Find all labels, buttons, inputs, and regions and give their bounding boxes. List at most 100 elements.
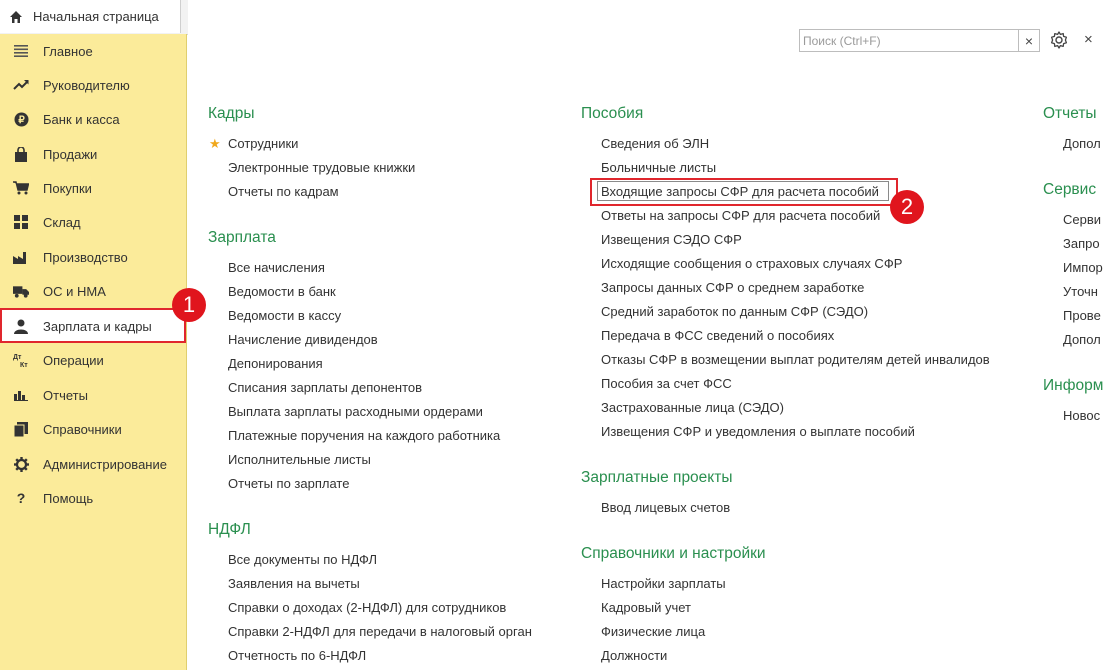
link-insured-persons[interactable]: Застрахованные лица (СЭДО) bbox=[601, 400, 784, 415]
sidebar-item-label: ОС и НМА bbox=[43, 283, 106, 299]
section-reports-title[interactable]: Отчеты bbox=[1043, 105, 1097, 123]
link-hr-reports[interactable]: Отчеты по кадрам bbox=[228, 184, 339, 199]
link-service-2[interactable]: Запро bbox=[1063, 236, 1100, 251]
sidebar-item-operations[interactable]: Дт Кт Операции bbox=[0, 343, 186, 377]
sidebar: Главное Руководителю ₽ Банк и касса Прод… bbox=[0, 34, 187, 670]
column-3-clip: Отчеты Допол Сервис Серви Запро Импор Ут… bbox=[1040, 95, 1103, 435]
link-service-1[interactable]: Серви bbox=[1063, 212, 1101, 227]
link-individuals[interactable]: Физические лица bbox=[601, 624, 705, 639]
link-personal-accounts[interactable]: Ввод лицевых счетов bbox=[601, 500, 730, 515]
link-outgoing-insurance-messages[interactable]: Исходящие сообщения о страховых случаях … bbox=[601, 256, 902, 271]
sidebar-item-bank[interactable]: ₽ Банк и касса bbox=[0, 102, 186, 136]
link-employees[interactable]: Сотрудники bbox=[228, 136, 298, 151]
sidebar-item-label: Руководителю bbox=[43, 77, 130, 93]
section-info-title[interactable]: Информ bbox=[1043, 377, 1103, 395]
sidebar-item-fixed-assets[interactable]: ОС и НМА bbox=[0, 274, 186, 308]
section-posobiya-title[interactable]: Пособия bbox=[581, 105, 643, 123]
settings-gear-icon[interactable] bbox=[1049, 30, 1069, 50]
section-kadry-title[interactable]: Кадры bbox=[208, 105, 254, 123]
link-sedo-notices[interactable]: Извещения СЭДО СФР bbox=[601, 232, 742, 247]
shopping-cart-icon bbox=[13, 180, 29, 196]
sidebar-item-directories[interactable]: Справочники bbox=[0, 412, 186, 446]
sidebar-item-manager[interactable]: Руководителю bbox=[0, 68, 186, 102]
link-fss-benefits[interactable]: Пособия за счет ФСС bbox=[601, 376, 732, 391]
link-news[interactable]: Новос bbox=[1063, 408, 1100, 423]
link-writs[interactable]: Исполнительные листы bbox=[228, 452, 371, 467]
sidebar-item-purchases[interactable]: Покупки bbox=[0, 171, 186, 205]
link-sfr-refusals[interactable]: Отказы СФР в возмещении выплат родителям… bbox=[601, 352, 990, 367]
link-average-earnings-requests[interactable]: Запросы данных СФР о среднем заработке bbox=[601, 280, 864, 295]
sidebar-item-label: Администрирование bbox=[43, 456, 167, 472]
sidebar-item-main[interactable]: Главное bbox=[0, 34, 186, 68]
link-positions[interactable]: Должности bbox=[601, 648, 667, 663]
link-sfr-notifications[interactable]: Извещения СФР и уведомления о выплате по… bbox=[601, 424, 915, 439]
link-service-5[interactable]: Прове bbox=[1063, 308, 1101, 323]
link-cash-statements[interactable]: Ведомости в кассу bbox=[228, 308, 341, 323]
section-service-title[interactable]: Сервис bbox=[1043, 181, 1096, 199]
close-icon[interactable]: × bbox=[1084, 31, 1093, 48]
link-eln-info[interactable]: Сведения об ЭЛН bbox=[601, 136, 709, 151]
sidebar-item-label: Продажи bbox=[43, 146, 98, 162]
link-6ndfl-reporting[interactable]: Отчетность по 6-НДФЛ bbox=[228, 648, 366, 663]
highlight-frame-salary-hr bbox=[0, 308, 186, 343]
search-input[interactable] bbox=[800, 30, 1021, 51]
link-deduction-applications[interactable]: Заявления на вычеты bbox=[228, 576, 360, 591]
link-average-earnings-sedo[interactable]: Средний заработок по данным СФР (СЭДО) bbox=[601, 304, 868, 319]
section-salary-projects-title[interactable]: Зарплатные проекты bbox=[581, 469, 733, 487]
home-tab[interactable]: Начальная страница bbox=[0, 0, 181, 33]
link-2ndfl-tax-office[interactable]: Справки 2-НДФЛ для передачи в налоговый … bbox=[228, 624, 532, 639]
favorite-star-icon: ★ bbox=[209, 136, 221, 151]
link-ndfl-documents[interactable]: Все документы по НДФЛ bbox=[228, 552, 377, 567]
link-salary-settings[interactable]: Настройки зарплаты bbox=[601, 576, 726, 591]
sidebar-item-label: Банк и касса bbox=[43, 111, 120, 127]
sidebar-item-reports[interactable]: Отчеты bbox=[0, 378, 186, 412]
sidebar-item-help[interactable]: ? Помощь bbox=[0, 481, 186, 515]
section-settings-title[interactable]: Справочники и настройки bbox=[581, 545, 766, 563]
search-box: × bbox=[799, 29, 1040, 52]
link-service-4[interactable]: Уточн bbox=[1063, 284, 1098, 299]
search-clear-button[interactable]: × bbox=[1018, 30, 1039, 51]
link-electronic-work-books[interactable]: Электронные трудовые книжки bbox=[228, 160, 415, 175]
link-service-3[interactable]: Импор bbox=[1063, 260, 1103, 275]
factory-icon bbox=[13, 249, 29, 265]
kt-icon-text: Кт bbox=[20, 362, 28, 368]
link-deposits[interactable]: Депонирования bbox=[228, 356, 323, 371]
sidebar-item-admin[interactable]: Администрирование bbox=[0, 447, 186, 481]
step-badge-2: 2 bbox=[890, 190, 924, 224]
link-2ndfl-employees[interactable]: Справки о доходах (2-НДФЛ) для сотрудник… bbox=[228, 600, 506, 615]
shopping-bag-icon bbox=[13, 146, 29, 162]
sidebar-item-production[interactable]: Производство bbox=[0, 240, 186, 274]
link-reports-additional[interactable]: Допол bbox=[1063, 136, 1101, 151]
sidebar-item-warehouse[interactable]: Склад bbox=[0, 205, 186, 239]
svg-text:₽: ₽ bbox=[18, 115, 25, 126]
warehouse-grid-icon bbox=[13, 214, 29, 230]
link-payment-orders[interactable]: Платежные поручения на каждого работника bbox=[228, 428, 500, 443]
link-sfr-request-answers[interactable]: Ответы на запросы СФР для расчета пособи… bbox=[601, 208, 880, 223]
sidebar-item-label: Производство bbox=[43, 249, 128, 265]
section-ndfl-title[interactable]: НДФЛ bbox=[208, 521, 251, 539]
link-dividends[interactable]: Начисление дивидендов bbox=[228, 332, 378, 347]
link-service-6[interactable]: Допол bbox=[1063, 332, 1101, 347]
gear-icon bbox=[13, 456, 29, 472]
link-all-accruals[interactable]: Все начисления bbox=[228, 260, 325, 275]
dt-kt-icon: Дт Кт bbox=[13, 352, 29, 368]
link-cash-order-payments[interactable]: Выплата зарплаты расходными ордерами bbox=[228, 404, 483, 419]
sidebar-item-label: Главное bbox=[43, 43, 93, 59]
link-deposit-writeoffs[interactable]: Списания зарплаты депонентов bbox=[228, 380, 422, 395]
sidebar-item-label: Покупки bbox=[43, 180, 92, 196]
sidebar-item-label: Операции bbox=[43, 352, 104, 368]
link-fss-benefits-transfer[interactable]: Передача в ФСС сведений о пособиях bbox=[601, 328, 834, 343]
link-hr-accounting[interactable]: Кадровый учет bbox=[601, 600, 691, 615]
link-salary-reports[interactable]: Отчеты по зарплате bbox=[228, 476, 349, 491]
link-bank-statements[interactable]: Ведомости в банк bbox=[228, 284, 336, 299]
ruble-coin-icon: ₽ bbox=[13, 111, 29, 127]
section-zarplata-title[interactable]: Зарплата bbox=[208, 229, 276, 247]
link-sick-leaves[interactable]: Больничные листы bbox=[601, 160, 716, 175]
books-icon bbox=[13, 421, 29, 437]
sidebar-item-label: Справочники bbox=[43, 421, 122, 437]
truck-icon bbox=[13, 283, 29, 299]
trend-line-icon bbox=[13, 77, 29, 93]
highlight-frame-incoming-requests bbox=[590, 178, 898, 206]
sidebar-item-sales[interactable]: Продажи bbox=[0, 137, 186, 171]
home-tab-label: Начальная страница bbox=[33, 9, 159, 24]
